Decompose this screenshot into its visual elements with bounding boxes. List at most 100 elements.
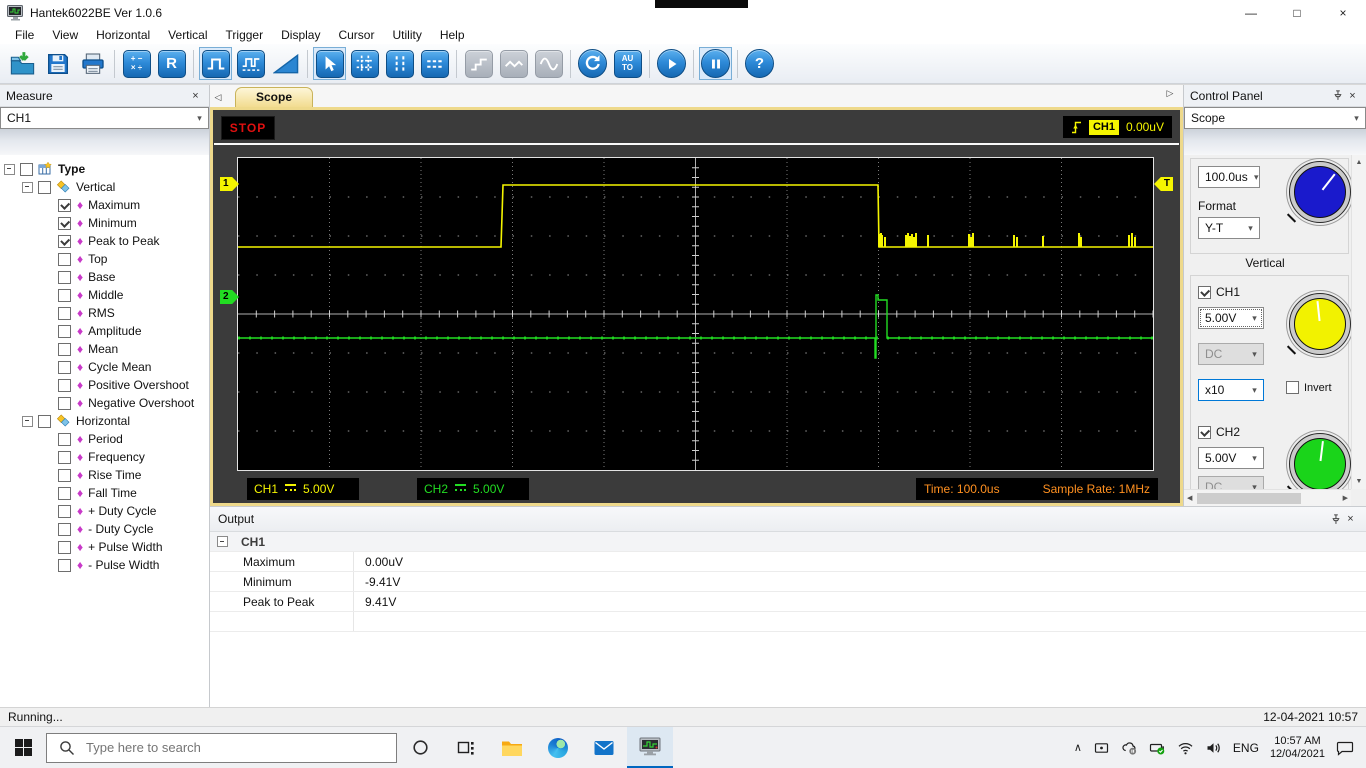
tray-expand-icon[interactable]: ∧ [1074,741,1082,754]
ch1-probe-select[interactable]: x10 ▾ [1198,379,1264,401]
menu-item-cursor[interactable]: Cursor [329,28,383,42]
language-indicator[interactable]: ENG [1233,741,1259,755]
measure-item-fall-time[interactable]: ♦Fall Time [0,484,209,502]
menu-item-display[interactable]: Display [272,28,329,42]
scope-screen[interactable] [237,157,1154,471]
measure-checkbox[interactable] [58,469,71,482]
expand-toggle-icon[interactable] [4,164,15,175]
format-select[interactable]: Y-T ▾ [1198,217,1260,239]
search-input[interactable] [84,739,338,756]
measure-checkbox[interactable] [58,487,71,500]
tab-scroll-left-icon[interactable]: ◁ [210,92,226,103]
trigger-pulse-icon[interactable] [199,47,232,80]
measure-checkbox[interactable] [58,217,71,230]
menu-item-trigger[interactable]: Trigger [217,28,273,42]
measure-checkbox[interactable] [58,271,71,284]
measure-checkbox[interactable] [20,163,33,176]
measure-checkbox[interactable] [58,289,71,302]
measure-checkbox[interactable] [58,433,71,446]
wifi-icon[interactable] [1177,740,1194,756]
measure-item-positive-overshoot[interactable]: ♦Positive Overshoot [0,376,209,394]
timebase-select[interactable]: 100.0us ▾ [1198,166,1260,188]
measure-item-base[interactable]: ♦Base [0,268,209,286]
task-view-button[interactable] [443,727,489,768]
measure-item-minimum[interactable]: ♦Minimum [0,214,209,232]
control-panel-close-icon[interactable]: × [1345,90,1360,102]
measure-checkbox[interactable] [58,307,71,320]
timebase-knob[interactable] [1289,161,1351,223]
measure-item-horizontal[interactable]: Horizontal [0,412,209,430]
output-group-row[interactable]: CH1 [210,532,1366,552]
measure-item-mean[interactable]: ♦Mean [0,340,209,358]
measure-checkbox[interactable] [58,343,71,356]
taskbar-search[interactable] [46,733,397,763]
start-icon[interactable] [655,47,688,80]
measure-checkbox[interactable] [38,181,51,194]
measure-item-amplitude[interactable]: ♦Amplitude [0,322,209,340]
menu-item-file[interactable]: File [6,28,43,42]
maximize-button[interactable]: □ [1274,0,1320,25]
ch1-invert-checkbox[interactable] [1286,381,1299,394]
auto-setup-icon[interactable]: AUTO [611,47,644,80]
menu-item-utility[interactable]: Utility [383,28,430,42]
measure-item-rms[interactable]: ♦RMS [0,304,209,322]
menu-item-view[interactable]: View [43,28,87,42]
horizontal-cursors-icon[interactable] [418,47,451,80]
ramp-icon[interactable] [269,47,302,80]
measure-item-duty-cycle[interactable]: ♦- Duty Cycle [0,520,209,538]
measure-item-maximum[interactable]: ♦Maximum [0,196,209,214]
menu-item-horizontal[interactable]: Horizontal [87,28,159,42]
measure-item-type[interactable]: Type [0,160,209,178]
help-icon[interactable]: ? [743,47,776,80]
ch2-position-knob[interactable] [1289,433,1351,495]
measure-item-pulse-width[interactable]: ♦- Pulse Width [0,556,209,574]
measure-checkbox[interactable] [58,397,71,410]
measure-checkbox[interactable] [58,325,71,338]
menu-item-vertical[interactable]: Vertical [159,28,216,42]
control-mode-select[interactable]: Scope ▾ [1184,107,1366,129]
ch1-scale-select[interactable]: 5.00V ▾ [1198,307,1264,329]
tab-scroll-right-icon[interactable]: ▷ [1162,88,1178,99]
pin-icon[interactable] [1328,514,1343,525]
measure-item-pulse-width[interactable]: ♦+ Pulse Width [0,538,209,556]
menu-item-help[interactable]: Help [431,28,474,42]
control-panel-horizontal-scrollbar[interactable]: ◀ ▶ [1184,489,1351,506]
cast-display-icon[interactable] [1093,740,1110,756]
refresh-icon[interactable] [576,47,609,80]
mail-button[interactable] [581,727,627,768]
save-icon[interactable] [41,47,74,80]
reference-wave-icon[interactable]: R [155,47,188,80]
measure-item-negative-overshoot[interactable]: ♦Negative Overshoot [0,394,209,412]
measure-item-middle[interactable]: ♦Middle [0,286,209,304]
speaker-icon[interactable] [1205,740,1222,756]
measure-checkbox[interactable] [58,541,71,554]
measure-checkbox[interactable] [38,415,51,428]
run-stop-indicator[interactable]: STOP [221,116,275,140]
measure-item-duty-cycle[interactable]: ♦+ Duty Cycle [0,502,209,520]
pin-icon[interactable] [1330,90,1345,101]
edge-button[interactable] [535,727,581,768]
scroll-down-icon[interactable]: ▼ [1356,478,1363,485]
measure-item-vertical[interactable]: Vertical [0,178,209,196]
math-icon[interactable]: + −× ÷ [120,47,153,80]
measure-checkbox[interactable] [58,235,71,248]
measure-checkbox[interactable] [58,451,71,464]
measure-checkbox[interactable] [58,379,71,392]
close-button[interactable]: × [1320,0,1366,25]
vertical-cursors-icon[interactable] [383,47,416,80]
measure-checkbox[interactable] [58,199,71,212]
start-button[interactable] [0,727,46,768]
taskbar-clock[interactable]: 10:57 AM 12/04/2021 [1270,735,1325,761]
measure-item-cycle-mean[interactable]: ♦Cycle Mean [0,358,209,376]
hantek-app-button[interactable] [627,727,673,768]
file-explorer-button[interactable] [489,727,535,768]
measure-item-rise-time[interactable]: ♦Rise Time [0,466,209,484]
measure-item-peak-to-peak[interactable]: ♦Peak to Peak [0,232,209,250]
measure-checkbox[interactable] [58,505,71,518]
scroll-right-icon[interactable]: ▶ [1343,494,1348,502]
tab-scope[interactable]: Scope [235,87,313,107]
measure-close-icon[interactable]: × [188,90,203,102]
minimize-button[interactable]: — [1228,0,1274,25]
measure-checkbox[interactable] [58,361,71,374]
expand-toggle-icon[interactable] [22,182,33,193]
